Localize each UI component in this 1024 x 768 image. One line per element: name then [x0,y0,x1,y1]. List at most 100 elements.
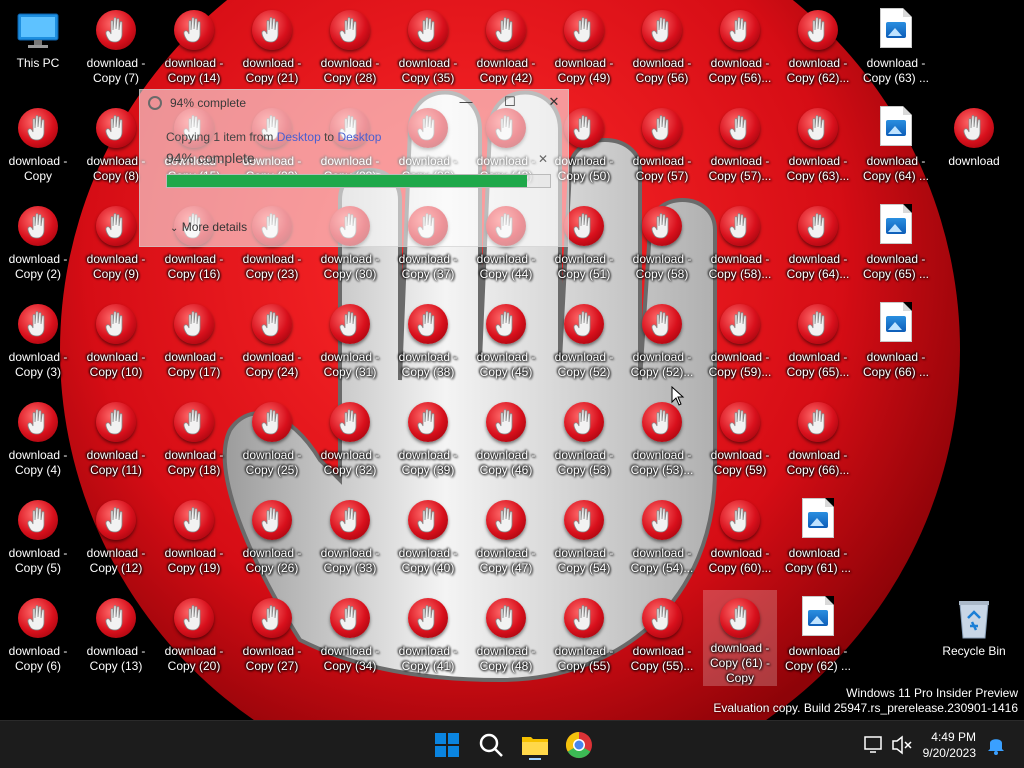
desktop-icon[interactable]: download - Copy (32) [313,394,387,490]
desktop-icon[interactable]: download - Copy (65)... [781,296,855,392]
stop-hand-icon [328,498,372,542]
desktop-icon[interactable]: download - Copy (58)... [703,198,777,294]
desktop-icon[interactable]: download - Copy (45) [469,296,543,392]
desktop-icon-label: download - Copy (24) [242,350,302,379]
desktop-icon-label: download - Copy (5) [8,546,68,575]
desktop-icon[interactable]: download - Copy (24) [235,296,309,392]
stop-hand-icon [16,498,60,542]
maximize-button[interactable]: ☐ [500,94,520,112]
desktop-icon[interactable]: download - Copy (62) ... [781,590,855,686]
desktop-icon[interactable]: download - Copy (12) [79,492,153,588]
desktop-icon[interactable]: download - Copy (48) [469,590,543,686]
desktop-icon[interactable]: download - Copy (4) [1,394,75,490]
desktop-icon[interactable]: download [937,100,1011,196]
desktop-icon-label: download - Copy (16) [164,252,224,281]
desktop-icon[interactable]: download - Copy (40) [391,492,465,588]
desktop-icon[interactable]: download - Copy (42) [469,2,543,98]
desktop-icon[interactable]: download - Copy (35) [391,2,465,98]
desktop-icon[interactable]: download - Copy (18) [157,394,231,490]
desktop-icon[interactable]: download - Copy (49) [547,2,621,98]
desktop-icon[interactable]: download - Copy (57) [625,100,699,196]
desktop-icon[interactable]: download - Copy (31) [313,296,387,392]
desktop-icon[interactable]: download - Copy (3) [1,296,75,392]
desktop-icon[interactable]: download - Copy (62)... [781,2,855,98]
desktop-icon[interactable]: download - Copy (27) [235,590,309,686]
desktop-icon[interactable]: download - Copy (56)... [703,2,777,98]
desktop-icon-label: download - Copy (60)... [708,546,772,575]
desktop-icon[interactable]: download - Copy (2) [1,198,75,294]
desktop-icon[interactable]: download - Copy (17) [157,296,231,392]
desktop-icon[interactable]: download - Copy (13) [79,590,153,686]
desktop-icon[interactable]: download - Copy (6) [1,590,75,686]
desktop-icon[interactable]: download - Copy (63) ... [859,2,933,98]
stop-hand-icon [94,204,138,248]
system-clock[interactable]: 4:49 PM 9/20/2023 [923,729,976,761]
desktop-icon[interactable]: download - Copy (20) [157,590,231,686]
stop-hand-icon [718,302,762,346]
desktop-icon[interactable]: download - Copy (41) [391,590,465,686]
desktop-icon[interactable]: download - Copy (46) [469,394,543,490]
minimize-button[interactable]: — [456,94,476,112]
desktop-icon[interactable]: download - Copy (55) [547,590,621,686]
desktop-icon[interactable]: download - Copy (55)... [625,590,699,686]
network-icon[interactable] [862,729,886,761]
chrome-icon[interactable] [563,729,595,761]
desktop-icon[interactable]: download - Copy (63)... [781,100,855,196]
desktop-icon[interactable]: download - Copy (53) [547,394,621,490]
desktop-icon-label: download - Copy (10) [86,350,146,379]
file-explorer-icon[interactable] [519,729,551,761]
close-button[interactable]: ✕ [544,94,564,112]
desktop-icon[interactable]: download - Copy (28) [313,2,387,98]
desktop-icon[interactable]: download - Copy (61) - Copy [703,590,777,686]
volume-muted-icon[interactable] [890,729,914,761]
desktop-icon[interactable]: download - Copy (57)... [703,100,777,196]
desktop-icon[interactable]: download - Copy (59)... [703,296,777,392]
desktop-icon[interactable]: download - Copy (65) ... [859,198,933,294]
desktop-icon[interactable]: download - Copy (14) [157,2,231,98]
desktop-icon[interactable]: download - Copy (25) [235,394,309,490]
desktop-icon-label: This PC [16,56,60,70]
start-icon[interactable] [431,729,463,761]
desktop-icon[interactable]: download - Copy (5) [1,492,75,588]
desktop-icon[interactable]: download - Copy (56) [625,2,699,98]
percent-complete: 94% complete [166,150,255,166]
desktop-icon[interactable]: download - Copy (54)... [625,492,699,588]
desktop-icon[interactable]: download - Copy (59) [703,394,777,490]
desktop-icon[interactable]: download - Copy (54) [547,492,621,588]
desktop-icon-label: download - Copy (47) [476,546,536,575]
stop-hand-icon [640,498,684,542]
source-link[interactable]: Desktop [277,130,321,144]
more-details-toggle[interactable]: ⌄ More details [170,220,247,234]
desktop-icon[interactable]: download - Copy (66)... [781,394,855,490]
destination-link[interactable]: Desktop [337,130,381,144]
desktop-icon[interactable]: download - Copy (58) [625,198,699,294]
desktop-icon[interactable]: download - Copy (10) [79,296,153,392]
desktop-icon[interactable]: download - Copy (34) [313,590,387,686]
copy-progress-dialog[interactable]: 94% complete — ☐ ✕ Copying 1 item from D… [139,89,569,247]
desktop-icon[interactable]: download - Copy (52)... [625,296,699,392]
desktop-icon-label: download - Copy (34) [320,644,380,673]
desktop-icon[interactable]: download - Copy (26) [235,492,309,588]
desktop-icon[interactable]: download - Copy (53)... [625,394,699,490]
copy-description: Copying 1 item from Desktop to Desktop [166,130,381,144]
cancel-copy-button[interactable]: ✕ [538,152,548,166]
desktop-icon[interactable]: download - Copy (64) ... [859,100,933,196]
desktop-icon[interactable]: download - Copy (47) [469,492,543,588]
search-icon[interactable] [475,729,507,761]
desktop-icon[interactable]: This PC [1,2,75,98]
desktop-icon[interactable]: download - Copy (11) [79,394,153,490]
desktop-icon[interactable]: download - Copy (61) ... [781,492,855,588]
desktop-icon[interactable]: download - Copy (60)... [703,492,777,588]
desktop-icon[interactable]: download - Copy (52) [547,296,621,392]
desktop-icon[interactable]: download - Copy [1,100,75,196]
desktop-icon[interactable]: download - Copy (64)... [781,198,855,294]
desktop-icon[interactable]: download - Copy (66) ... [859,296,933,392]
desktop-icon[interactable]: download - Copy (21) [235,2,309,98]
notification-bell-icon[interactable] [986,729,1006,761]
desktop-icon[interactable]: Recycle Bin [937,590,1011,686]
desktop-icon[interactable]: download - Copy (33) [313,492,387,588]
desktop-icon[interactable]: download - Copy (38) [391,296,465,392]
desktop-icon[interactable]: download - Copy (39) [391,394,465,490]
desktop-icon[interactable]: download - Copy (19) [157,492,231,588]
desktop-icon[interactable]: download - Copy (7) [79,2,153,98]
